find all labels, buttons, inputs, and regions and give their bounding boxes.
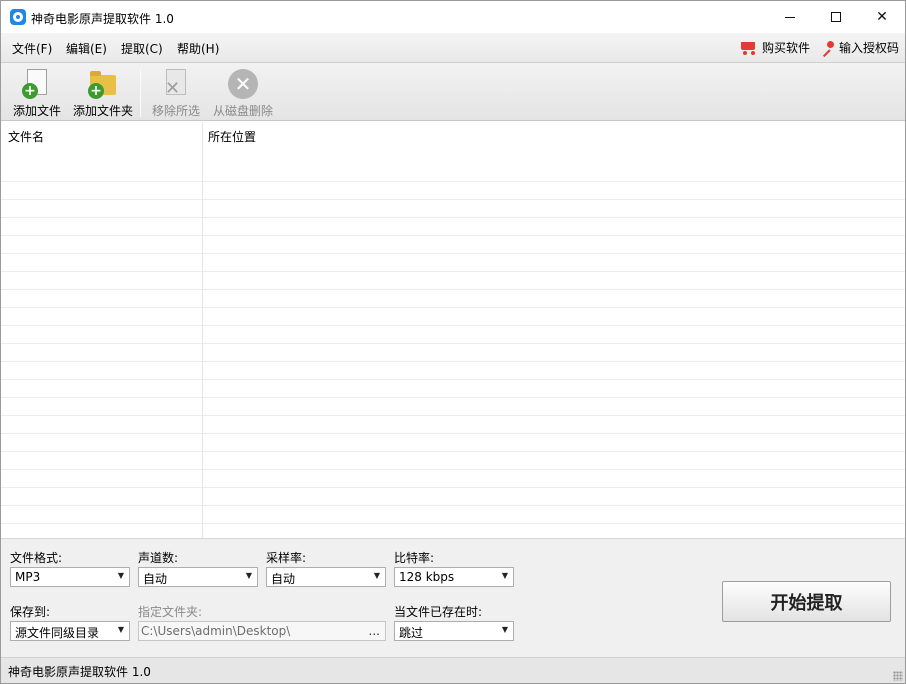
minimize-button[interactable] <box>767 1 813 33</box>
add-file-icon: + <box>20 67 54 100</box>
column-header-filename[interactable]: 文件名 <box>8 128 44 145</box>
close-button[interactable]: ✕ <box>859 1 905 33</box>
menu-help[interactable]: 帮助(H) <box>177 40 219 57</box>
format-select[interactable]: MP3 ▼ <box>10 567 130 587</box>
exists-value: 跳过 <box>399 626 424 640</box>
close-icon: ✕ <box>876 9 888 25</box>
add-file-label: 添加文件 <box>12 104 61 118</box>
samplerate-value: 自动 <box>271 572 296 586</box>
add-folder-label: 添加文件夹 <box>72 104 133 118</box>
delete-from-disk-button[interactable]: ✕ 从磁盘删除 <box>211 67 275 119</box>
column-header-location[interactable]: 所在位置 <box>208 128 256 145</box>
chevron-down-icon: ▼ <box>117 625 124 634</box>
toolbar-separator <box>140 69 141 117</box>
resize-grip-icon[interactable] <box>893 671 903 681</box>
folder-path-value: C:\Users\admin\Desktop\ <box>141 624 291 638</box>
output-settings-panel: 文件格式: MP3 ▼ 声道数: 自动 ▼ 采样率: 自动 ▼ 比特率: 128… <box>1 538 905 657</box>
toolbar: + 添加文件 + 添加文件夹 ✕ 移除所选 ✕ 从磁盘删除 <box>1 62 905 121</box>
list-header: 文件名 所在位置 <box>1 122 905 164</box>
app-logo-icon <box>10 9 26 25</box>
saveto-value: 源文件同级目录 <box>15 626 100 640</box>
remove-file-icon: ✕ <box>159 67 193 100</box>
app-window: 神奇电影原声提取软件 1.0 ✕ 文件(F) 编辑(E) 提取(C) 帮助(H)… <box>0 0 906 684</box>
exists-label: 当文件已存在时: <box>394 605 483 619</box>
folder-label: 指定文件夹: <box>138 605 203 619</box>
format-value: MP3 <box>15 570 41 584</box>
menu-bar: 文件(F) 编辑(E) 提取(C) 帮助(H) 购买软件 输入授权码 <box>1 33 905 62</box>
add-folder-button[interactable]: + 添加文件夹 <box>71 67 135 119</box>
file-list[interactable]: 文件名 所在位置 <box>1 122 905 538</box>
buy-software-label: 购买软件 <box>762 41 811 55</box>
empty-rows <box>1 164 905 538</box>
delete-from-disk-label: 从磁盘删除 <box>212 104 273 118</box>
format-label: 文件格式: <box>10 551 63 565</box>
buy-software-link[interactable]: 购买软件 <box>738 39 810 56</box>
add-folder-icon: + <box>86 67 120 100</box>
samplerate-label: 采样率: <box>266 551 307 565</box>
bitrate-value: 128 kbps <box>399 570 455 584</box>
enter-license-link[interactable]: 输入授权码 <box>819 39 900 57</box>
saveto-label: 保存到: <box>10 605 51 619</box>
remove-selected-button[interactable]: ✕ 移除所选 <box>150 67 202 119</box>
add-file-button[interactable]: + 添加文件 <box>10 67 64 119</box>
chevron-down-icon: ▼ <box>501 625 508 634</box>
folder-path-field[interactable]: C:\Users\admin\Desktop\ ... <box>138 621 386 641</box>
channels-select[interactable]: 自动 ▼ <box>138 567 258 587</box>
title-bar[interactable]: 神奇电影原声提取软件 1.0 ✕ <box>1 1 905 33</box>
chevron-down-icon: ▼ <box>373 571 380 580</box>
maximize-icon <box>831 12 841 22</box>
enter-license-label: 输入授权码 <box>839 41 900 55</box>
key-icon <box>819 40 835 57</box>
bitrate-select[interactable]: 128 kbps ▼ <box>394 567 514 587</box>
chevron-down-icon: ▼ <box>245 571 252 580</box>
bitrate-label: 比特率: <box>394 551 435 565</box>
window-title: 神奇电影原声提取软件 1.0 <box>31 12 174 26</box>
status-bar: 神奇电影原声提取软件 1.0 <box>1 657 905 683</box>
chevron-down-icon: ▼ <box>117 571 124 580</box>
remove-selected-label: 移除所选 <box>151 104 200 118</box>
browse-button[interactable]: ... <box>369 624 380 638</box>
channels-label: 声道数: <box>138 551 179 565</box>
channels-value: 自动 <box>143 572 168 586</box>
minimize-icon <box>785 16 795 18</box>
start-extract-button[interactable]: 开始提取 <box>722 581 891 622</box>
menu-edit[interactable]: 编辑(E) <box>66 40 107 57</box>
shopping-cart-icon <box>738 40 758 56</box>
menu-file[interactable]: 文件(F) <box>12 40 52 57</box>
samplerate-select[interactable]: 自动 ▼ <box>266 567 386 587</box>
saveto-select[interactable]: 源文件同级目录 ▼ <box>10 621 130 641</box>
status-text: 神奇电影原声提取软件 1.0 <box>8 665 151 679</box>
chevron-down-icon: ▼ <box>501 571 508 580</box>
menu-extract[interactable]: 提取(C) <box>121 40 163 57</box>
exists-select[interactable]: 跳过 ▼ <box>394 621 514 641</box>
column-divider[interactable] <box>202 122 203 538</box>
maximize-button[interactable] <box>813 1 859 33</box>
delete-circle-icon: ✕ <box>226 67 260 100</box>
